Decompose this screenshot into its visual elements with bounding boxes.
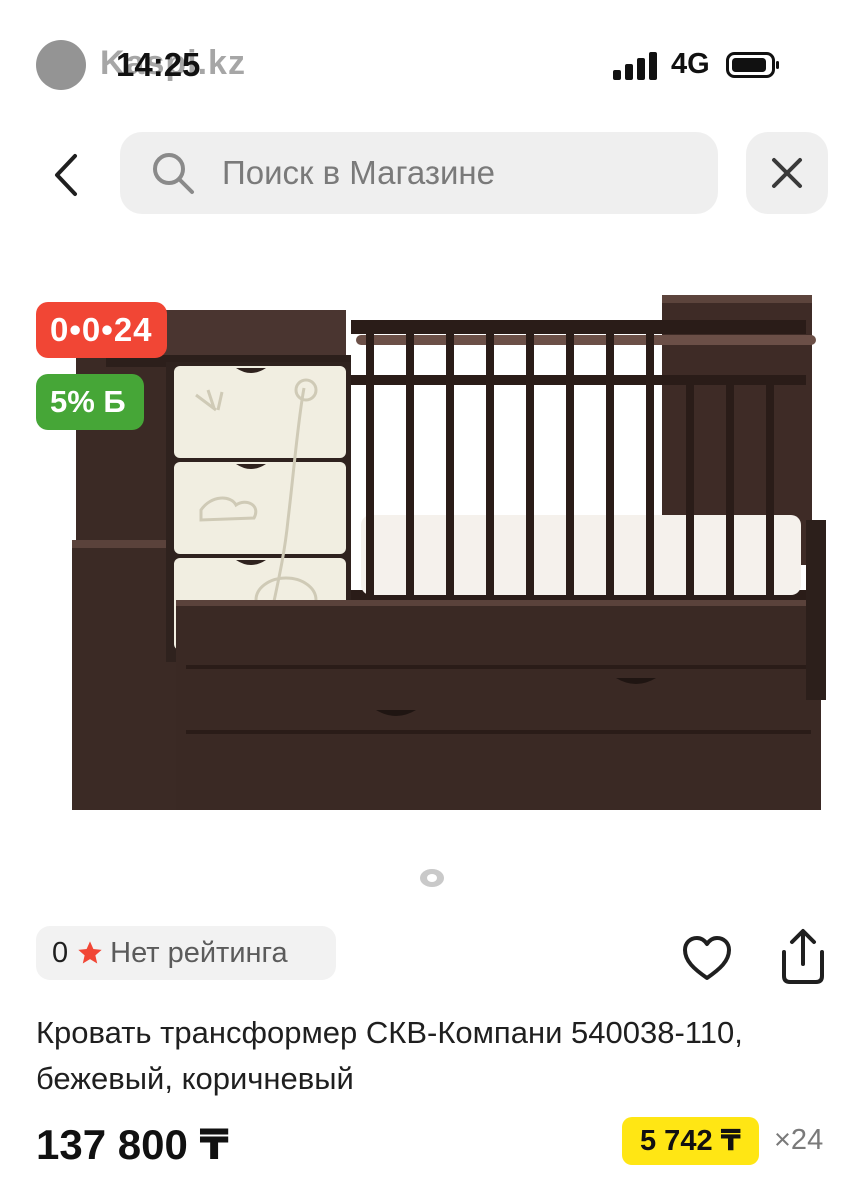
carousel-indicator [420, 869, 444, 887]
rating-count: 0 [52, 936, 69, 969]
search-input[interactable]: Поиск в Магазине [120, 132, 718, 214]
network-type: 4G [671, 48, 710, 80]
product-title: Кровать трансформер СКВ-Компани 540038-1… [36, 1015, 743, 1096]
close-button[interactable] [746, 132, 828, 214]
search-icon [153, 153, 194, 194]
share-icon[interactable] [776, 928, 830, 986]
product-price: 137 800 ₸ [36, 1121, 229, 1168]
signal-icon [613, 52, 659, 80]
rating-label: Нет рейтинга [110, 936, 288, 969]
close-icon [772, 158, 802, 188]
search-placeholder: Поиск в Магазине [222, 154, 495, 191]
back-arrow-icon [55, 154, 77, 196]
installment-term: ×24 [774, 1124, 824, 1156]
status-bar: Kaspi.kz 14:25 4G [0, 30, 866, 100]
back-button[interactable] [36, 140, 96, 210]
installment-badge[interactable]: 5 742 ₸ [622, 1117, 759, 1165]
status-time: 14:25 [116, 46, 201, 83]
bonus-badge: 5% Б [36, 374, 144, 430]
heart-icon[interactable] [680, 932, 734, 986]
star-icon [78, 941, 102, 964]
kaspi-logo-icon [36, 40, 86, 90]
rating-pill[interactable]: 0 Нет рейтинга [36, 926, 336, 980]
timer-badge: 0•0•24 [36, 302, 167, 358]
battery-icon [726, 52, 779, 78]
